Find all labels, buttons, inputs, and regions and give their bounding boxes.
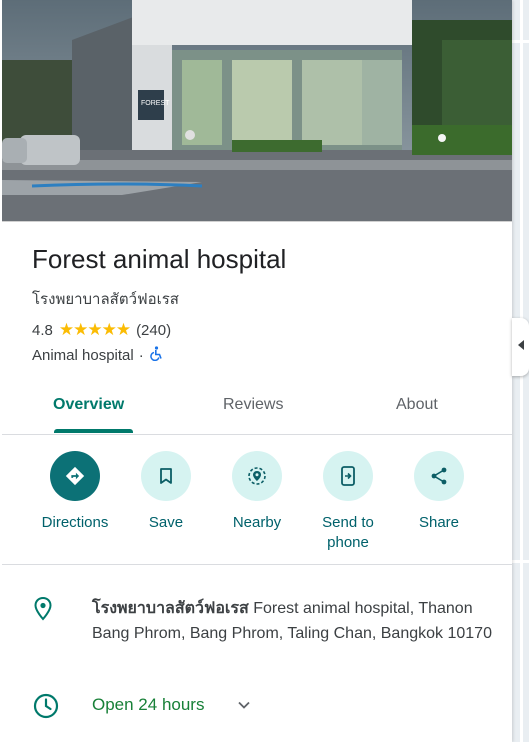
save-label: Save (148, 514, 184, 531)
hospital-photo-illustration: FOREST (2, 0, 512, 222)
share-icon (414, 451, 464, 501)
place-panel: FOREST Forest animal hospital โรงพยาบาลส… (0, 0, 512, 742)
directions-icon (50, 451, 100, 501)
tab-bar: Overview Reviews About (2, 384, 512, 435)
star-rating-icon: ★★★★★ (58, 320, 131, 339)
nearby-label: Nearby (232, 514, 282, 531)
chevron-down-icon[interactable] (237, 697, 251, 715)
category-separator: · (138, 347, 144, 364)
place-local-name: โรงพยาบาลสัตว์ฟอเรส (32, 291, 179, 308)
tab-about[interactable]: About (396, 396, 438, 414)
rating-value: 4.8 (32, 321, 53, 339)
place-photo[interactable]: FOREST (2, 0, 512, 222)
address-row[interactable]: โรงพยาบาลสัตว์ฟอเรส Forest animal hospit… (32, 596, 492, 642)
category-button[interactable]: Animal hospital (32, 347, 134, 364)
place-title: Forest animal hospital (32, 244, 287, 274)
nearby-icon (232, 451, 282, 501)
open-hours-status: Open 24 hours (92, 695, 205, 714)
photo-sign-text: FOREST (141, 100, 170, 107)
share-label: Share (418, 514, 460, 531)
location-pin-icon (32, 596, 54, 627)
tab-overview[interactable]: Overview (53, 396, 124, 414)
rating-row: 4.8 ★★★★★ (240) (32, 320, 171, 340)
directions-label: Directions (41, 514, 109, 531)
review-count-link[interactable]: (240) (136, 322, 171, 339)
send-to-phone-label: Send to phone (322, 514, 374, 551)
clock-icon (32, 692, 60, 725)
hours-row[interactable]: Open 24 hours (32, 692, 250, 725)
send-to-phone-icon (323, 451, 373, 501)
active-tab-indicator (54, 429, 133, 433)
action-buttons: Directions Save Nearby Send to phone Sha… (2, 434, 512, 565)
save-button[interactable]: Save (121, 451, 211, 533)
directions-button[interactable]: Directions (30, 451, 120, 533)
send-to-phone-button[interactable]: Send to phone (303, 451, 393, 553)
wheelchair-accessible-icon[interactable] (149, 346, 163, 365)
address-text: โรงพยาบาลสัตว์ฟอเรส Forest animal hospit… (92, 596, 492, 646)
collapse-panel-button[interactable] (512, 318, 529, 376)
bookmark-icon (141, 451, 191, 501)
address-local-name: โรงพยาบาลสัตว์ฟอเรส (92, 600, 249, 617)
nearby-button[interactable]: Nearby (212, 451, 302, 533)
share-button[interactable]: Share (394, 451, 484, 533)
category-row: Animal hospital · (32, 346, 163, 365)
tab-reviews[interactable]: Reviews (223, 396, 283, 414)
chevron-left-icon (517, 338, 525, 356)
